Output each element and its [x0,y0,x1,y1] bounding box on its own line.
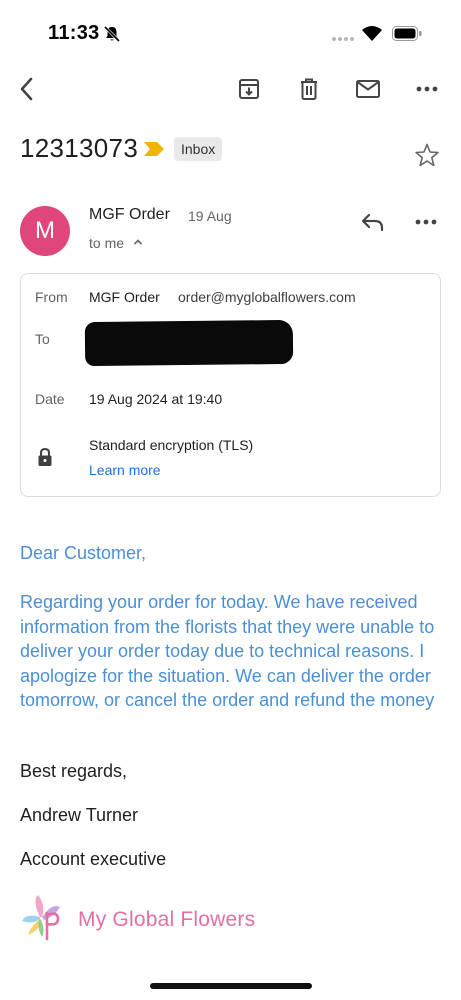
message-more-button[interactable] [411,207,441,237]
home-indicator[interactable] [150,983,312,989]
reply-button[interactable] [358,207,388,237]
sender-date: 19 Aug [188,208,232,224]
from-label: From [35,289,68,305]
trash-icon [301,78,317,100]
logo-wordmark: My Global Flowers [78,908,256,931]
status-time: 11:33 [48,22,100,44]
recipient-summary[interactable]: to me [89,235,124,251]
archive-button[interactable] [234,74,264,104]
sender-name: MGF Order [89,206,170,223]
cellular-signal-icon [332,37,354,41]
lock-icon [38,447,52,466]
delete-button[interactable] [294,74,324,104]
to-label: To [35,331,50,347]
inbox-label-badge[interactable]: Inbox [174,137,223,161]
message-closing: Best regards, [20,761,128,781]
mark-unread-button[interactable] [353,74,383,104]
sender-avatar[interactable]: M [20,206,70,256]
archive-icon [239,79,259,99]
encryption-status: Standard encryption (TLS) [89,437,254,453]
date-value: 19 Aug 2024 at 19:40 [89,391,223,407]
message-greeting: Dear Customer, [20,543,147,563]
redacted-recipient [84,319,294,367]
signature-title: Account executive [20,849,167,869]
star-icon[interactable] [414,142,440,168]
reply-icon [361,213,384,232]
from-email[interactable]: order@myglobalflowers.com [178,289,356,305]
my-global-flowers-logo [22,895,60,941]
chevron-left-icon [20,77,33,101]
email-toolbar [0,70,461,110]
from-name: MGF Order [89,289,160,305]
message-paragraph: Regarding your order for today. We have … [20,592,435,710]
signature-name: Andrew Turner [20,805,139,825]
status-bar: 11:33 [0,0,461,70]
important-marker-icon[interactable] [143,140,165,158]
bell-off-icon [103,25,121,43]
more-options-button[interactable] [412,74,442,104]
chevron-up-icon[interactable] [132,236,144,248]
more-horizontal-icon [416,86,438,92]
email-subject: 12313073 [20,133,139,163]
more-horizontal-icon [415,219,437,225]
date-label: Date [35,391,65,407]
back-button[interactable] [12,74,42,104]
learn-more-link[interactable]: Learn more [89,462,161,478]
wifi-icon [362,26,382,41]
mail-icon [356,80,380,98]
battery-icon [392,26,422,41]
message-details-card: From MGF Order order@myglobalflowers.com… [20,273,441,497]
